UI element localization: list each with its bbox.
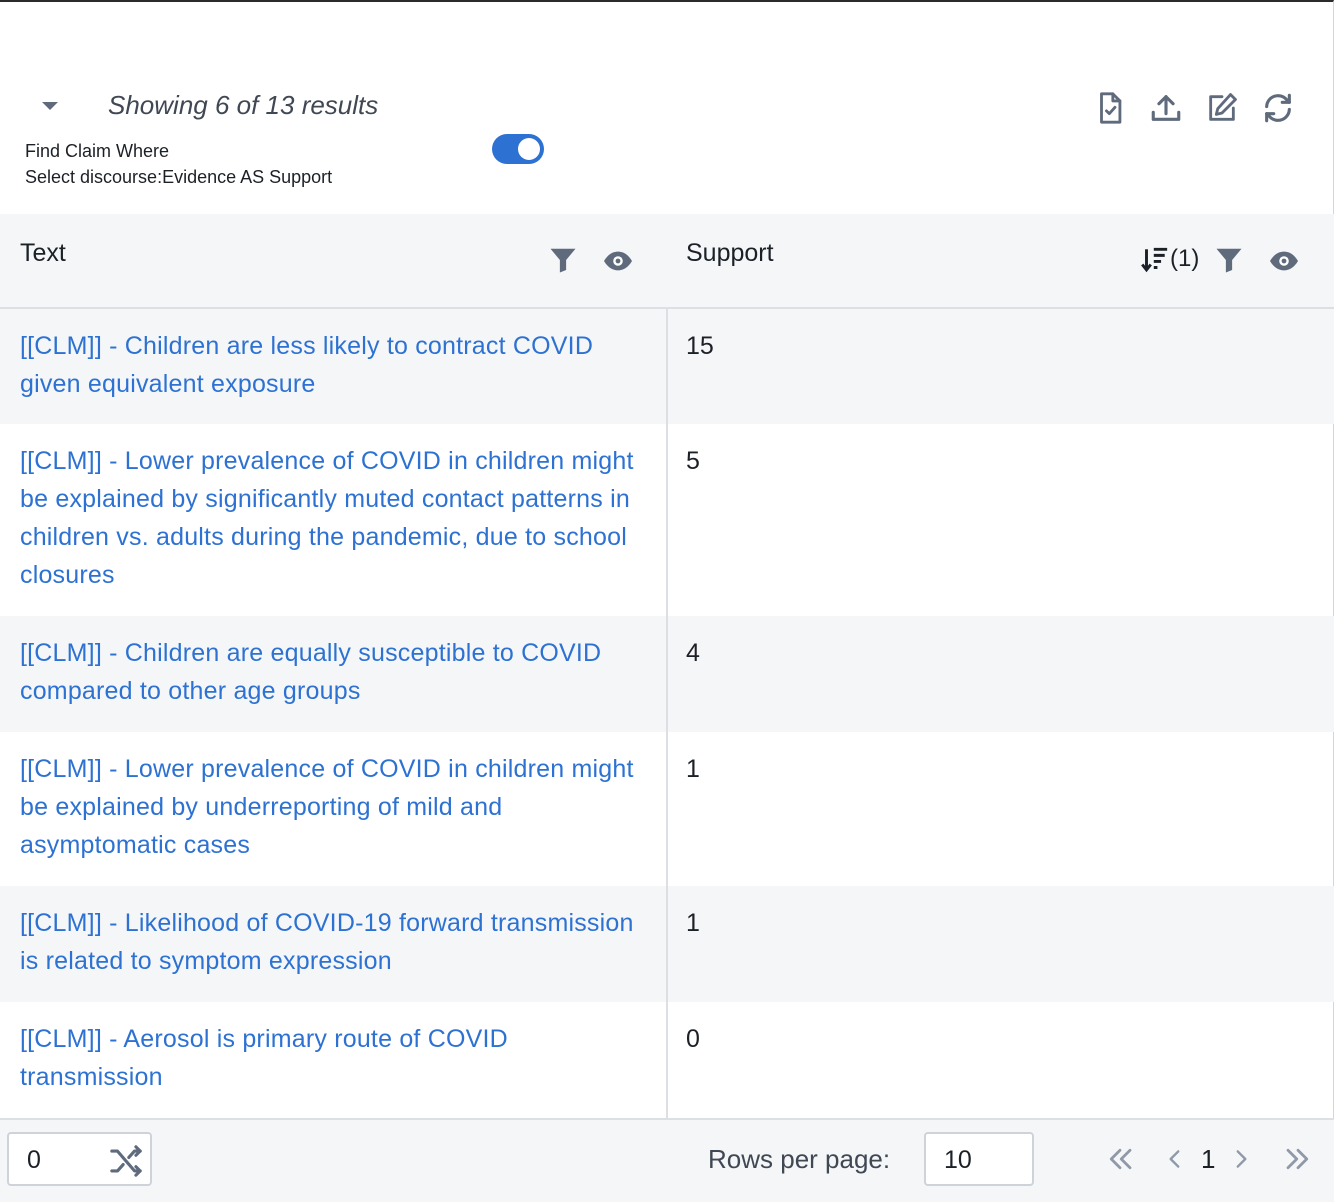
eye-icon[interactable] (600, 244, 636, 278)
support-count: 4 (686, 639, 700, 667)
support-count: 0 (686, 1025, 700, 1053)
support-count: 15 (686, 332, 714, 360)
claim-link[interactable]: [[CLM]] - Children are less likely to co… (20, 327, 650, 403)
first-page-icon[interactable] (1104, 1142, 1136, 1176)
query-description: Find Claim Where Select discourse:Eviden… (25, 138, 332, 190)
sort-order-label: (1) (1170, 245, 1200, 272)
claim-link[interactable]: [[CLM]] - Likelihood of COVID-19 forward… (20, 904, 650, 980)
current-page: 1 (1201, 1144, 1216, 1174)
filter-icon[interactable] (546, 242, 580, 278)
upload-icon[interactable] (1148, 88, 1184, 128)
table-header (0, 214, 1334, 309)
claim-link[interactable]: [[CLM]] - Aerosol is primary route of CO… (20, 1020, 650, 1096)
column-divider (666, 309, 668, 1119)
support-count: 1 (686, 755, 700, 783)
rows-per-page-input[interactable]: 10 (924, 1132, 1034, 1186)
rows-per-page-label: Rows per page: (708, 1144, 891, 1174)
sort-descending-icon (1141, 247, 1168, 273)
refresh-icon[interactable] (1260, 88, 1296, 128)
filter-icon[interactable] (1212, 242, 1246, 278)
column-header-support[interactable]: Support (686, 239, 774, 268)
claim-link[interactable]: [[CLM]] - Children are equally susceptib… (20, 634, 650, 710)
export-document-icon[interactable] (1092, 88, 1128, 128)
query-toggle[interactable] (492, 134, 544, 164)
last-page-icon[interactable] (1282, 1142, 1314, 1176)
claim-link[interactable]: [[CLM]] - Lower prevalence of COVID in c… (20, 750, 650, 864)
results-panel: Showing 6 of 13 results Find Claim Where… (0, 0, 1334, 1202)
collapse-caret-icon[interactable] (42, 102, 58, 110)
toggle-knob (518, 138, 540, 160)
claim-link[interactable]: [[CLM]] - Lower prevalence of COVID in c… (20, 442, 650, 594)
edit-icon[interactable] (1204, 88, 1240, 128)
next-page-icon[interactable] (1228, 1142, 1254, 1176)
eye-icon[interactable] (1266, 244, 1302, 278)
support-count: 1 (686, 909, 700, 937)
offset-input[interactable]: 0 (7, 1132, 152, 1186)
results-toolbar (1092, 88, 1296, 128)
support-count: 5 (686, 447, 700, 475)
offset-value: 0 (27, 1146, 41, 1174)
sort-indicator[interactable]: (1) (1140, 242, 1199, 276)
results-count: Showing 6 of 13 results (108, 90, 379, 120)
shuffle-icon[interactable] (109, 1144, 143, 1178)
query-line-1: Find Claim Where (25, 141, 170, 161)
previous-page-icon[interactable] (1162, 1142, 1188, 1176)
rows-per-page-value: 10 (944, 1146, 972, 1174)
query-line-2: Select discourse:Evidence AS Support (25, 167, 333, 187)
column-header-text[interactable]: Text (20, 239, 66, 268)
